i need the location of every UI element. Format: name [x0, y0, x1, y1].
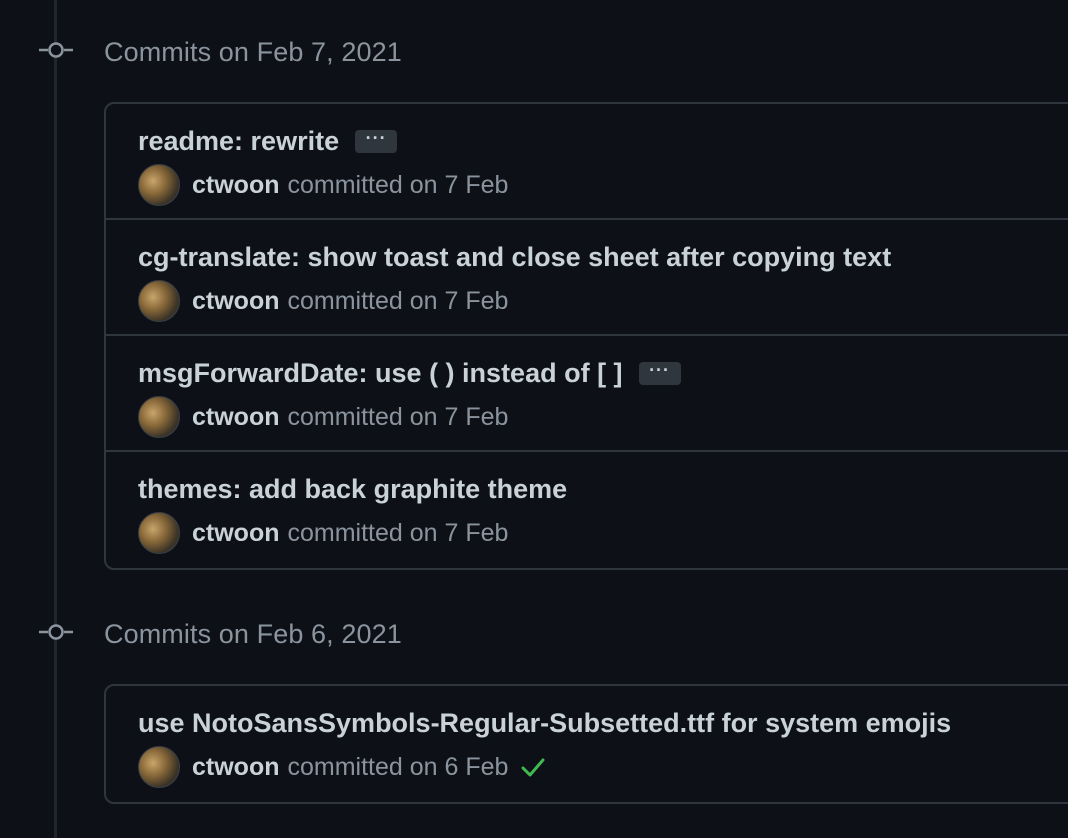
commit-group-title: Commits on Feb 7, 2021 — [104, 37, 402, 67]
commit-list: use NotoSansSymbols-Regular-Subsetted.tt… — [104, 684, 1068, 804]
avatar[interactable] — [138, 512, 180, 554]
commit-title-link[interactable]: themes: add back graphite theme — [138, 474, 567, 505]
commit-title-wrap: msgForwardDate: use ( ) instead of [ ] ·… — [138, 358, 681, 389]
commit-title-link[interactable]: msgForwardDate: use ( ) instead of [ ] — [138, 358, 623, 389]
commit-meta: ctwoon committed on 6 Feb — [138, 746, 546, 788]
timeline-line — [54, 0, 57, 838]
committed-date: committed on 6 Feb — [287, 752, 509, 781]
commit-meta: ctwoon committed on 7 Feb — [138, 280, 508, 322]
commit-row: use NotoSansSymbols-Regular-Subsetted.tt… — [106, 686, 1068, 802]
author-link[interactable]: ctwoon — [192, 287, 280, 316]
commit-row: msgForwardDate: use ( ) instead of [ ] ·… — [106, 336, 1068, 452]
author-link[interactable]: ctwoon — [192, 519, 280, 548]
avatar[interactable] — [138, 164, 180, 206]
committed-date: committed on 7 Feb — [287, 518, 509, 547]
git-commit-icon — [39, 624, 73, 640]
check-icon[interactable] — [520, 754, 546, 780]
commit-title-link[interactable]: cg-translate: show toast and close sheet… — [138, 242, 891, 273]
commit-title-link[interactable]: use NotoSansSymbols-Regular-Subsetted.tt… — [138, 708, 951, 739]
author-link[interactable]: ctwoon — [192, 171, 280, 200]
commit-row: readme: rewrite ··· ctwoon committed on … — [106, 104, 1068, 220]
author-link[interactable]: ctwoon — [192, 403, 280, 432]
expand-message-button[interactable]: ··· — [355, 129, 398, 153]
commit-title-link[interactable]: readme: rewrite — [138, 126, 339, 157]
commit-group-title: Commits on Feb 6, 2021 — [104, 619, 402, 649]
commit-group-header: Commits on Feb 7, 2021 — [0, 30, 1068, 70]
commit-title-wrap: themes: add back graphite theme — [138, 474, 567, 505]
commit-title-wrap: cg-translate: show toast and close sheet… — [138, 242, 891, 273]
commit-meta: ctwoon committed on 7 Feb — [138, 164, 508, 206]
commit-list: readme: rewrite ··· ctwoon committed on … — [104, 102, 1068, 570]
committed-date: committed on 7 Feb — [287, 286, 509, 315]
committed-date: committed on 7 Feb — [287, 402, 509, 431]
git-commit-icon — [39, 42, 73, 58]
avatar[interactable] — [138, 280, 180, 322]
commit-meta: ctwoon committed on 7 Feb — [138, 396, 508, 438]
commit-title-wrap: use NotoSansSymbols-Regular-Subsetted.tt… — [138, 708, 951, 739]
avatar[interactable] — [138, 746, 180, 788]
commit-meta: ctwoon committed on 7 Feb — [138, 512, 508, 554]
committed-date: committed on 7 Feb — [287, 170, 509, 199]
expand-message-button[interactable]: ··· — [638, 361, 681, 385]
author-link[interactable]: ctwoon — [192, 753, 280, 782]
commit-row: cg-translate: show toast and close sheet… — [106, 220, 1068, 336]
avatar[interactable] — [138, 396, 180, 438]
commit-row: themes: add back graphite theme ctwoon c… — [106, 452, 1068, 568]
commit-title-wrap: readme: rewrite ··· — [138, 126, 398, 157]
commit-group-header: Commits on Feb 6, 2021 — [0, 612, 1068, 652]
